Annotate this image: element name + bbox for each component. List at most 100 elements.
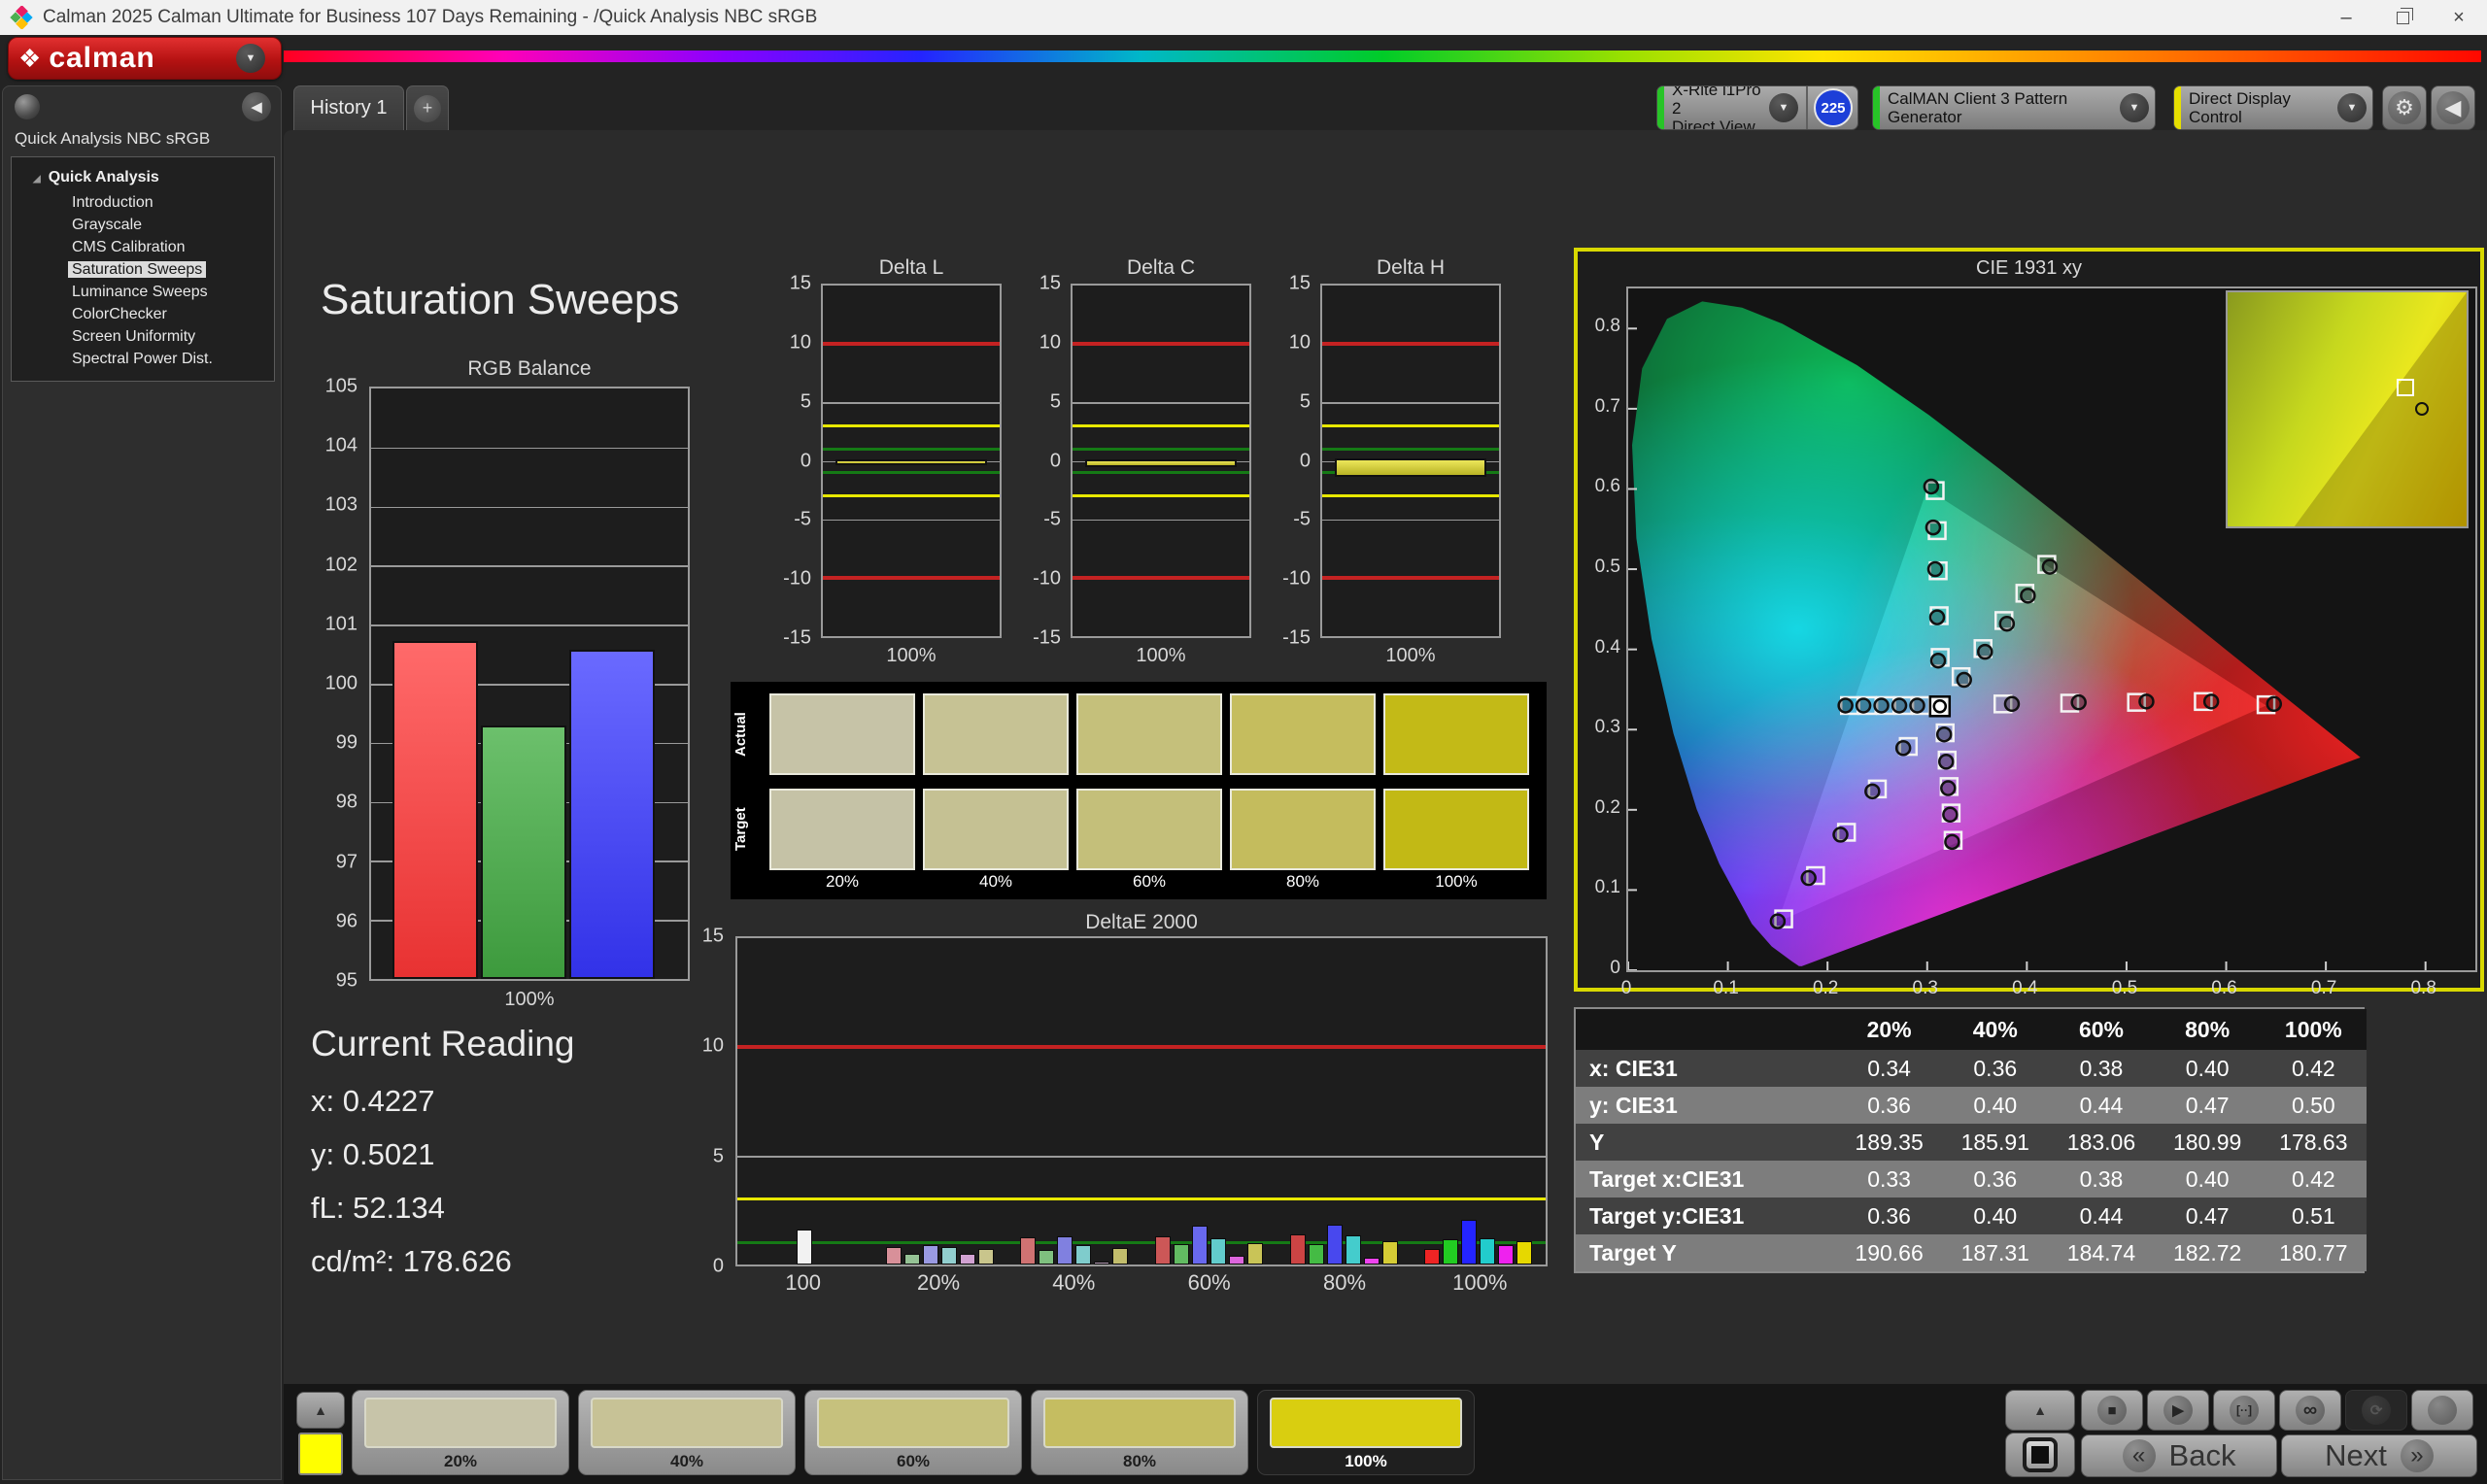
cie-x-tick-label: 0.4 — [2012, 978, 2038, 998]
tree-root-quick-analysis[interactable]: ◢ Quick Analysis — [12, 165, 274, 191]
pattern-preview-swatch[interactable] — [298, 1433, 343, 1475]
cie-x-tick-label: 0 — [1620, 978, 1632, 998]
back-button[interactable]: « Back — [2081, 1434, 2277, 1477]
window-title: Calman 2025 Calman Ultimate for Business… — [43, 7, 818, 27]
measured-marker-green — [1926, 560, 1944, 578]
sidebar-item-cms-calibration[interactable]: CMS Calibration — [12, 236, 274, 258]
sidebar-item-introduction[interactable]: Introduction — [12, 191, 274, 214]
measured-marker-cyan — [1837, 697, 1854, 714]
sidebar-item-luminance-sweeps[interactable]: Luminance Sweeps — [12, 281, 274, 303]
refresh-button[interactable]: ⟳ — [2345, 1390, 2407, 1431]
table-row-label: x: CIE31 — [1576, 1050, 1836, 1087]
sidebar-item-grayscale[interactable]: Grayscale — [12, 214, 274, 236]
application-window: Calman 2025 Calman Ultimate for Business… — [0, 0, 2487, 1484]
sidebar-collapse-button[interactable]: ◀ — [242, 92, 271, 121]
pattern-card-60%[interactable]: 60% — [804, 1390, 1022, 1475]
toolbar-collapse-button[interactable]: ◀ — [2431, 85, 2475, 130]
y-axis-tick-label: -5 — [794, 508, 811, 530]
sidebar-item-colorchecker[interactable]: ColorChecker — [12, 303, 274, 325]
target-swatch-80% — [1230, 789, 1376, 870]
gear-icon: ⚙ — [2388, 91, 2421, 124]
table-cell-value: 0.51 — [2260, 1197, 2367, 1234]
tree-expander-icon[interactable]: ◢ — [33, 174, 41, 185]
deltae-bar — [1461, 1220, 1478, 1265]
y-axis-tick-label: 0 — [800, 450, 811, 471]
read-series-button[interactable]: [··] — [2213, 1390, 2275, 1431]
deltae-bar — [903, 1253, 920, 1265]
deltae-bar — [1308, 1243, 1324, 1265]
delta_c-plot — [1071, 284, 1251, 638]
blank-button[interactable] — [2411, 1390, 2473, 1431]
pattern-generator-dropdown[interactable]: CalMAN Client 3 Pattern Generator ▼ — [1872, 85, 2156, 130]
delta_h-title: Delta H — [1376, 256, 1446, 279]
sidebar-item-screen-uniformity[interactable]: Screen Uniformity — [12, 325, 274, 348]
table-header-80%: 80% — [2154, 1009, 2261, 1050]
table-cell-value: 182.72 — [2154, 1234, 2261, 1271]
y-axis-tick-label: 10 — [1039, 331, 1061, 354]
current-reading-title: Current Reading — [311, 1024, 575, 1063]
pattern-panel-expand-button[interactable]: ▲ — [296, 1392, 345, 1429]
play-button[interactable]: ▶ — [2147, 1390, 2209, 1431]
deltae-title: DeltaE 2000 — [1085, 911, 1198, 933]
deltae-group-label: 20% — [916, 1270, 961, 1295]
calman-menu-button[interactable]: ❖ calman ▼ — [8, 37, 282, 80]
pattern-card-swatch — [817, 1398, 1009, 1448]
y-axis-tick-label: 10 — [701, 1034, 724, 1057]
y-axis-tick-label: 98 — [335, 791, 358, 813]
continuous-read-button[interactable]: ∞ — [2279, 1390, 2341, 1431]
pattern-card-40%[interactable]: 40% — [578, 1390, 796, 1475]
pattern-card-100%[interactable]: 100% — [1257, 1390, 1475, 1475]
y-axis-tick-label: 0 — [1049, 450, 1061, 471]
restore-button[interactable] — [2374, 0, 2431, 35]
measured-marker-green — [1929, 652, 1947, 669]
display-control-dropdown[interactable]: Direct Display Control ▼ — [2173, 85, 2373, 130]
pattern-card-label: 100% — [1345, 1452, 1387, 1470]
actual-target-swatch-panel: Actual Target 20% 40% 60% 80% 100% — [731, 682, 1547, 899]
cie-y-tick-label: 0.3 — [1594, 717, 1620, 738]
add-tab-button[interactable]: + — [406, 85, 449, 130]
deltae-bar — [1381, 1241, 1398, 1265]
close-button[interactable]: × — [2431, 0, 2487, 35]
sidebar-item-label: Grayscale — [72, 217, 143, 233]
pattern-card-80%[interactable]: 80% — [1031, 1390, 1248, 1475]
meter-reading-badge[interactable]: 225 — [1814, 88, 1853, 127]
rgb-balance-plot — [369, 387, 690, 981]
measured-marker-blue — [1894, 739, 1912, 757]
y-axis-tick-label: 0 — [712, 1255, 724, 1277]
swatch-column-label: 40% — [978, 872, 1013, 891]
cie-x-tick-label: 0.2 — [1812, 978, 1839, 998]
pattern-window-toggle-button[interactable] — [2005, 1433, 2075, 1477]
table-row-label: Target x:CIE31 — [1576, 1161, 1836, 1197]
workflow-title: Quick Analysis NBC sRGB — [15, 129, 211, 148]
minimize-button[interactable]: – — [2318, 0, 2374, 35]
back-chevron-icon: « — [2122, 1439, 2156, 1472]
pattern-card-20%[interactable]: 20% — [352, 1390, 569, 1475]
cie-y-tick-label: 0.7 — [1594, 395, 1620, 417]
next-button[interactable]: Next » — [2281, 1434, 2477, 1477]
y-axis-tick-label: 103 — [324, 493, 358, 516]
settings-button[interactable]: ⚙ — [2382, 85, 2427, 130]
table-cell-value: 0.36 — [1836, 1197, 1943, 1234]
meter-dropdown[interactable]: X-Rite i1Pro 2 Direct View ▼ 225 — [1656, 85, 1858, 130]
table-cell-value: 0.47 — [2154, 1087, 2261, 1124]
y-axis-tick-label: 5 — [1049, 390, 1061, 413]
sidebar-knob-icon[interactable] — [15, 94, 40, 119]
measured-marker-magenta — [1938, 754, 1955, 770]
tab-history-1[interactable]: History 1 — [293, 85, 404, 130]
sidebar-item-saturation-sweeps[interactable]: Saturation Sweeps — [12, 258, 274, 281]
calman-logo-icon: ❖ — [18, 43, 42, 73]
target-swatch-20% — [769, 789, 915, 870]
measured-marker-blue — [1864, 783, 1881, 800]
deltae-bar — [922, 1244, 938, 1265]
y-axis-tick-label: 10 — [789, 331, 811, 354]
y-axis-tick-label: -10 — [1033, 567, 1061, 590]
table-cell-value: 0.33 — [1836, 1161, 1943, 1197]
cie-y-tick-label: 0.5 — [1594, 556, 1620, 578]
deltae-bar — [1326, 1224, 1343, 1265]
measured-marker-green — [1925, 519, 1942, 536]
stop-button[interactable]: ■ — [2081, 1390, 2143, 1431]
sidebar-item-spectral-power-dist-[interactable]: Spectral Power Dist. — [12, 348, 274, 370]
pattern-options-expand-button[interactable]: ▲ — [2005, 1390, 2075, 1431]
deltae-bar — [1516, 1241, 1533, 1265]
gridline — [823, 519, 1000, 522]
